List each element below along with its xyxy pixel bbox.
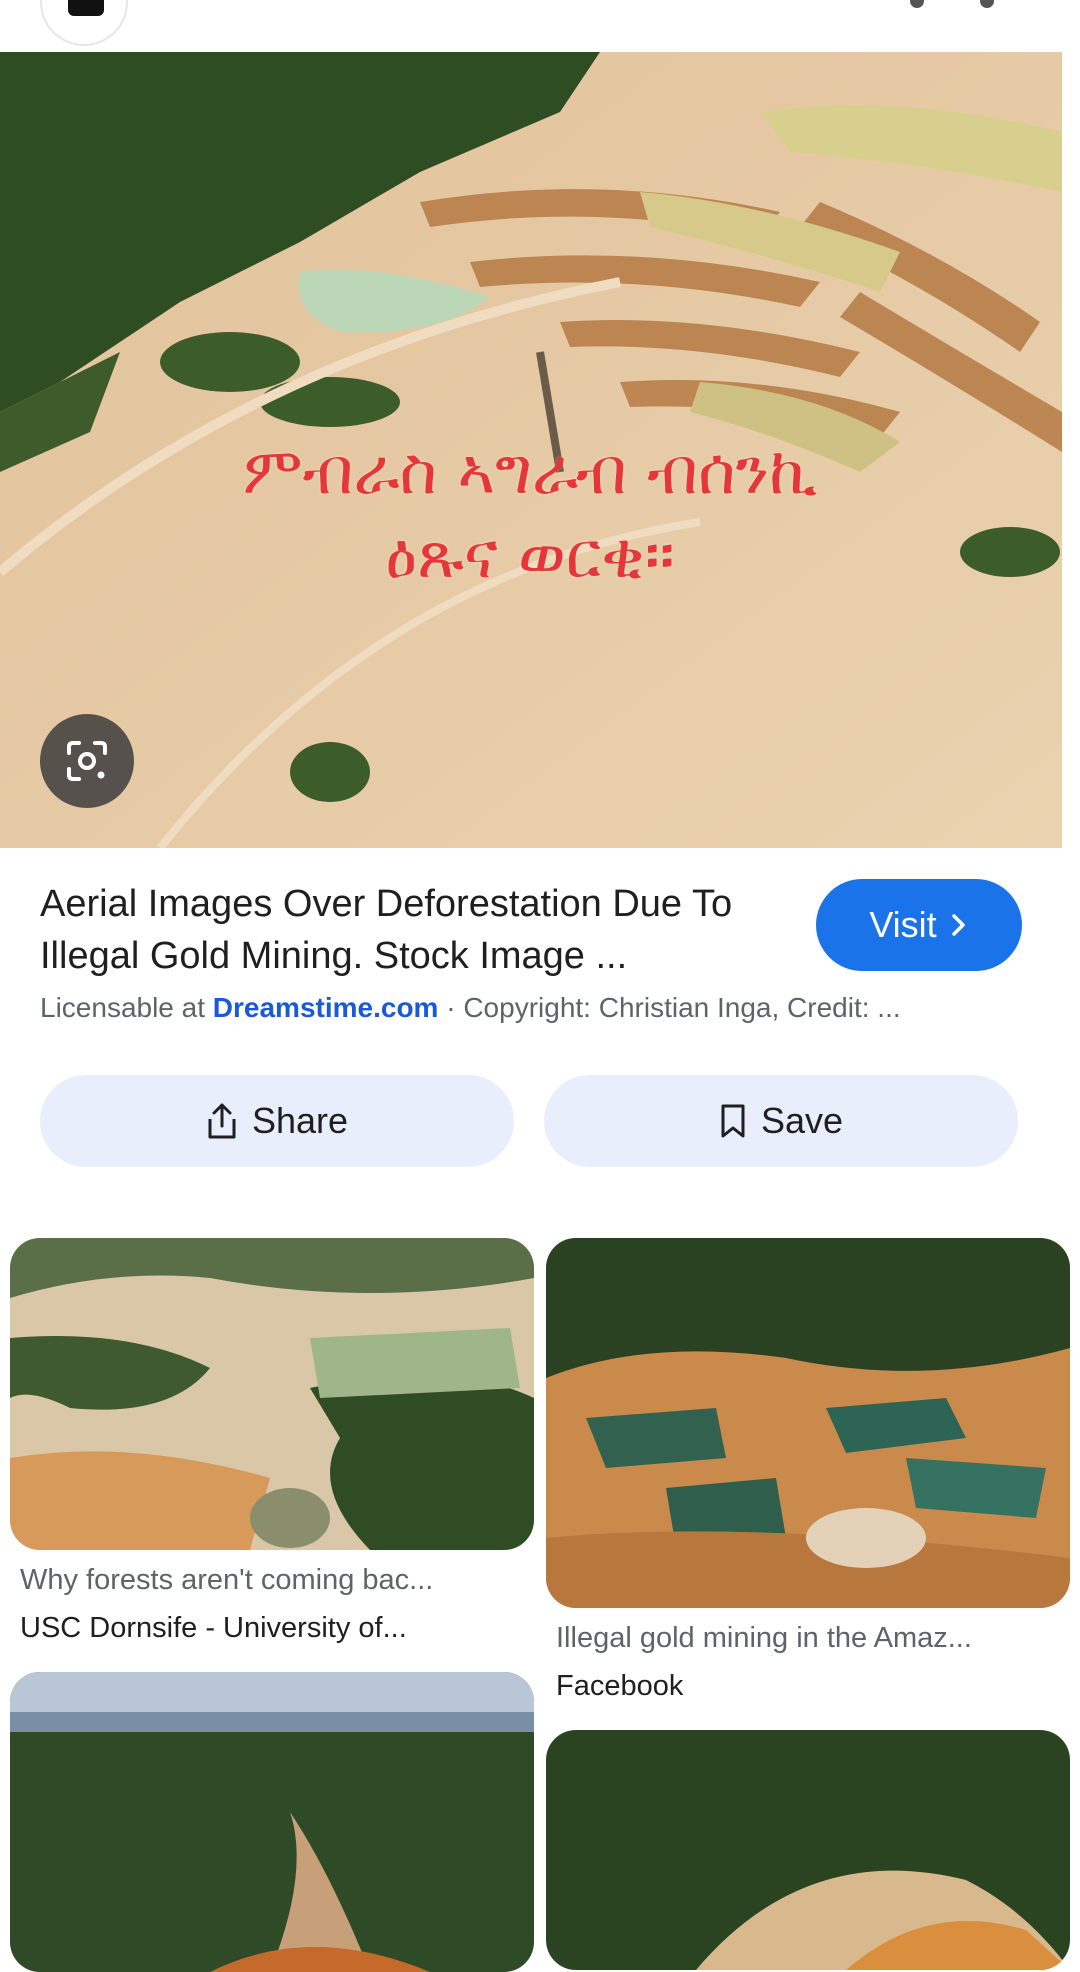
top-action-icon[interactable]: [980, 0, 994, 8]
source-copyright: · Copyright: Christian Inga, Credit: ...: [446, 992, 901, 1023]
bookmark-icon: [721, 1104, 745, 1138]
top-action-icon[interactable]: [910, 0, 924, 8]
result-source[interactable]: Facebook: [556, 1670, 1056, 1703]
result-thumbnail: [546, 1238, 1070, 1608]
save-button[interactable]: Save: [544, 1075, 1018, 1167]
result-thumbnail: [10, 1238, 534, 1550]
result-image[interactable]: [546, 1730, 1070, 1970]
result-image[interactable]: [10, 1672, 534, 1972]
source-link[interactable]: Dreamstime.com: [213, 992, 439, 1023]
result-source[interactable]: USC Dornsife - University of...: [20, 1612, 520, 1645]
source-prefix: Licensable at: [40, 992, 206, 1023]
google-lens-button[interactable]: [40, 714, 134, 808]
result-image[interactable]: [10, 1238, 534, 1550]
result-title[interactable]: Why forests aren't coming bac...: [20, 1564, 520, 1597]
result-image[interactable]: [546, 1238, 1070, 1608]
overlay-caption-line: ዕጹና ወርቂ።: [385, 519, 675, 593]
source-line: Licensable at Dreamstime.com · Copyright…: [40, 992, 1040, 1024]
result-title[interactable]: Aerial Images Over Deforestation Due To …: [40, 878, 800, 982]
top-actions: [900, 0, 1010, 14]
result-thumbnail: [10, 1672, 534, 1972]
google-lens-icon: [67, 741, 107, 781]
overlay-caption: ምብራስ ኣግራብ ብሰንኪ ዕጹና ወርቂ።: [60, 430, 1000, 598]
save-label: Save: [760, 1100, 844, 1141]
overlay-caption-line: ምብራስ ኣግራብ ብሰንኪ: [242, 435, 818, 509]
chevron-right-icon: [951, 914, 965, 936]
result-thumbnail: [546, 1730, 1070, 1970]
visit-button-label: Visit: [869, 904, 937, 945]
visit-button[interactable]: Visit: [816, 879, 1022, 971]
share-label: Share: [251, 1100, 349, 1141]
share-button[interactable]: Share: [40, 1075, 514, 1167]
share-icon: [208, 1103, 236, 1139]
result-title[interactable]: Illegal gold mining in the Amaz...: [556, 1622, 1056, 1655]
